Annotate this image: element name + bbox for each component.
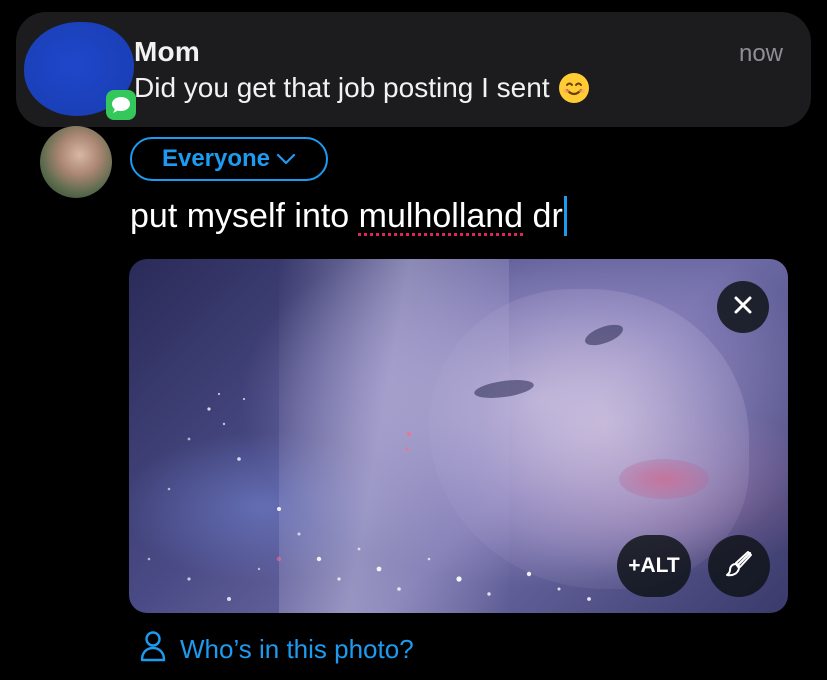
edit-photo-button[interactable]: [708, 535, 770, 597]
tweet-text-before: put myself into: [130, 196, 359, 235]
paintbrush-icon: [724, 549, 754, 584]
tag-people-button[interactable]: Who’s in this photo?: [140, 630, 414, 669]
user-avatar[interactable]: [40, 126, 112, 198]
audience-selector-button[interactable]: Everyone: [130, 137, 328, 181]
notification-message: Did you get that job posting I sent: [134, 72, 550, 103]
audience-label: Everyone: [161, 145, 271, 172]
tweet-text-after: dr: [523, 196, 563, 235]
person-icon: [140, 630, 166, 669]
text-caret: [563, 196, 567, 236]
tag-people-label: Who’s in this photo?: [180, 634, 414, 664]
notification-message-row: Did you get that job posting I sent: [134, 72, 590, 104]
chevron-down-icon: [276, 145, 296, 173]
remove-photo-button[interactable]: [717, 281, 769, 333]
messages-icon: [106, 90, 136, 120]
notification-time: now: [738, 40, 783, 67]
add-alt-text-button[interactable]: +ALT: [617, 535, 691, 597]
notification-banner[interactable]: Mom now Did you get that job posting I s…: [16, 12, 811, 127]
notification-sender: Mom: [134, 36, 200, 67]
misspelled-word: mulholland: [358, 196, 524, 235]
tweet-text-input[interactable]: put myself into mulholland dr: [130, 196, 567, 236]
close-icon: [733, 295, 753, 320]
smiling-face-emoji-icon: [558, 72, 590, 104]
